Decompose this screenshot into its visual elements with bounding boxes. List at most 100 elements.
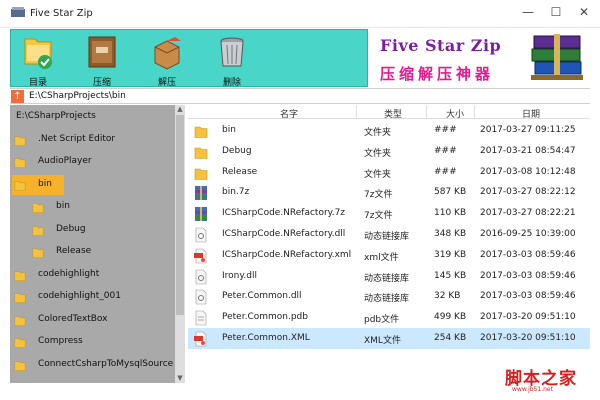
- delete-button[interactable]: 删除: [209, 32, 255, 88]
- brand-banner: Five Star Zip 压缩解压神器: [368, 29, 591, 87]
- file-row[interactable]: ICSharpCode.NRefactory.xml xml文件 319 KB 201…: [188, 245, 590, 266]
- file-name: bin.7z: [222, 187, 250, 198]
- folder-icon: [194, 126, 208, 138]
- tree-item[interactable]: AudioPlayer: [12, 152, 162, 172]
- scroll-down-icon[interactable]: ▼: [175, 374, 185, 383]
- tree-item-label: .Net Script Editor: [38, 133, 116, 144]
- file-row[interactable]: Release 文件夹 ### 2017-03-08 10:12:48: [188, 162, 590, 183]
- file-name: Peter.Common.XML: [222, 333, 310, 343]
- maximize-button[interactable]: ☐: [548, 4, 564, 20]
- folder-icon: [194, 147, 208, 159]
- path-input[interactable]: [29, 90, 569, 103]
- file-date: 2017-03-27 09:11:25: [480, 125, 576, 135]
- file-type: 动态链接库: [364, 273, 410, 284]
- tree-scrollbar[interactable]: ▲ ▼: [175, 105, 185, 383]
- minimize-button[interactable]: —: [520, 4, 536, 20]
- tree-item[interactable]: bin: [30, 197, 175, 217]
- folder-icon: [32, 248, 44, 258]
- archive-book-icon: [88, 36, 116, 68]
- tree-item[interactable]: codehighlight_001: [12, 287, 162, 307]
- compress-label: 压缩: [92, 78, 111, 88]
- up-arrow-icon[interactable]: ↑: [11, 90, 24, 103]
- file-type: pdb文件: [364, 315, 400, 326]
- file-date: 2017-03-08 10:12:48: [480, 166, 576, 177]
- file-date: 2017-03-03 08:59:46: [480, 249, 576, 260]
- trash-can-icon: [220, 37, 244, 67]
- tree-item[interactable]: bin: [12, 174, 64, 195]
- file-name: ICSharpCode.NRefactory.xml: [222, 249, 352, 260]
- tree-item[interactable]: Debug: [30, 220, 175, 240]
- file-row[interactable]: ICSharpCode.NRefactory.dll 动态链接库 348 KB 201…: [188, 224, 590, 245]
- file-name: Debug: [222, 145, 252, 156]
- file-row[interactable]: Peter.Common.XML XML文件 254 KB 2017-03-20 09…: [188, 328, 590, 349]
- file-row[interactable]: Debug 文件夹 ### 2017-03-21 08:54:47: [188, 141, 590, 162]
- tree-item-label: Compress: [38, 336, 83, 346]
- file-name: ICSharpCode.NRefactory.7z: [222, 208, 346, 219]
- file-size: 145 KB: [434, 270, 467, 281]
- folder-icon: [32, 203, 44, 213]
- xml-icon: [194, 248, 207, 264]
- scrollbar-thumb[interactable]: [176, 115, 184, 315]
- banner-subtitle: 压缩解压神器: [380, 65, 495, 83]
- file-type: 7z文件: [364, 211, 393, 222]
- tree-item-label: codehighlight_001: [38, 291, 121, 301]
- tree-item[interactable]: ConnectCsharpToMysqlSource: [12, 355, 173, 375]
- tree-item-label: bin: [56, 201, 70, 211]
- folder-check-icon: [24, 38, 52, 69]
- file-name: Peter.Common.dll: [222, 291, 302, 302]
- file-name: bin: [222, 125, 236, 135]
- close-button[interactable]: ✕: [576, 4, 592, 20]
- file-row[interactable]: bin 文件夹 ### 2017-03-27 09:11:25: [188, 120, 590, 141]
- directory-label: 目录: [28, 78, 47, 88]
- folder-icon: [32, 225, 44, 236]
- folder-icon: [14, 135, 26, 146]
- file-date: 2016-09-25 10:39:00: [480, 229, 576, 239]
- file-row[interactable]: ICSharpCode.NRefactory.7z 7z文件 110 KB 2017-…: [188, 203, 590, 224]
- tree-item-label: AudioPlayer: [38, 156, 92, 166]
- column-header-size[interactable]: 大小: [446, 107, 464, 120]
- extract-button[interactable]: 解压: [144, 32, 190, 88]
- tree-item[interactable]: Release: [30, 242, 175, 262]
- books-logo-icon: [531, 34, 583, 80]
- folder-icon: [14, 315, 26, 326]
- archive-icon: [195, 186, 207, 201]
- file-type: 动态链接库: [364, 294, 410, 305]
- extract-label: 解压: [157, 78, 176, 88]
- dll-icon: [195, 290, 207, 305]
- dll-icon: [195, 269, 207, 284]
- file-date: 2017-03-20 09:51:10: [480, 312, 576, 323]
- tree-item[interactable]: codehighlight: [12, 265, 162, 285]
- file-size: 110 KB: [434, 208, 467, 219]
- tree-item[interactable]: .Net Script Editor: [12, 130, 162, 150]
- file-name: ICSharpCode.NRefactory.dll: [222, 229, 346, 239]
- folder-icon: [14, 270, 26, 281]
- file-type: 文件夹: [364, 169, 392, 180]
- file-date: 2017-03-21 08:54:47: [480, 145, 576, 156]
- column-header-name[interactable]: 名字: [280, 107, 298, 120]
- dll-icon: [195, 227, 207, 243]
- directory-button[interactable]: 目录: [15, 32, 61, 88]
- tree-item[interactable]: ColoredTextBox: [12, 310, 162, 330]
- file-size: ###: [434, 145, 457, 156]
- file-type: 文件夹: [364, 128, 392, 138]
- file-row[interactable]: bin.7z 7z文件 587 KB 2017-03-27 08:22:12: [188, 182, 590, 203]
- tree-item[interactable]: Compress: [12, 332, 162, 352]
- file-date: 2017-03-20 09:51:10: [480, 333, 576, 343]
- tree-item[interactable]: E:\CSharpProjects: [12, 107, 162, 127]
- file-row[interactable]: Irony.dll 动态链接库 145 KB 2017-03-03 08:59:46: [188, 266, 590, 287]
- tree-item-label: codehighlight: [38, 268, 100, 279]
- file-type: xml文件: [364, 252, 399, 263]
- window-title: Five Star Zip: [30, 8, 93, 19]
- file-row[interactable]: Peter.Common.pdb pdb文件 499 KB 2017-03-20 09…: [188, 307, 590, 328]
- file-date: 2017-03-03 08:59:46: [480, 291, 576, 302]
- column-header-type[interactable]: 类型: [384, 107, 402, 120]
- file-row[interactable]: Peter.Common.dll 动态链接库 32 KB 2017-03-03 08:…: [188, 286, 590, 307]
- scroll-up-icon[interactable]: ▲: [175, 105, 185, 114]
- tree-item-label: E:\CSharpProjects: [16, 111, 96, 121]
- column-header-date[interactable]: 日期: [522, 107, 540, 120]
- file-type: 动态链接库: [364, 232, 410, 242]
- file-size: 319 KB: [434, 249, 467, 260]
- file-size: ###: [434, 125, 457, 135]
- compress-button[interactable]: 压缩: [79, 32, 125, 88]
- file-size: 587 KB: [434, 187, 467, 198]
